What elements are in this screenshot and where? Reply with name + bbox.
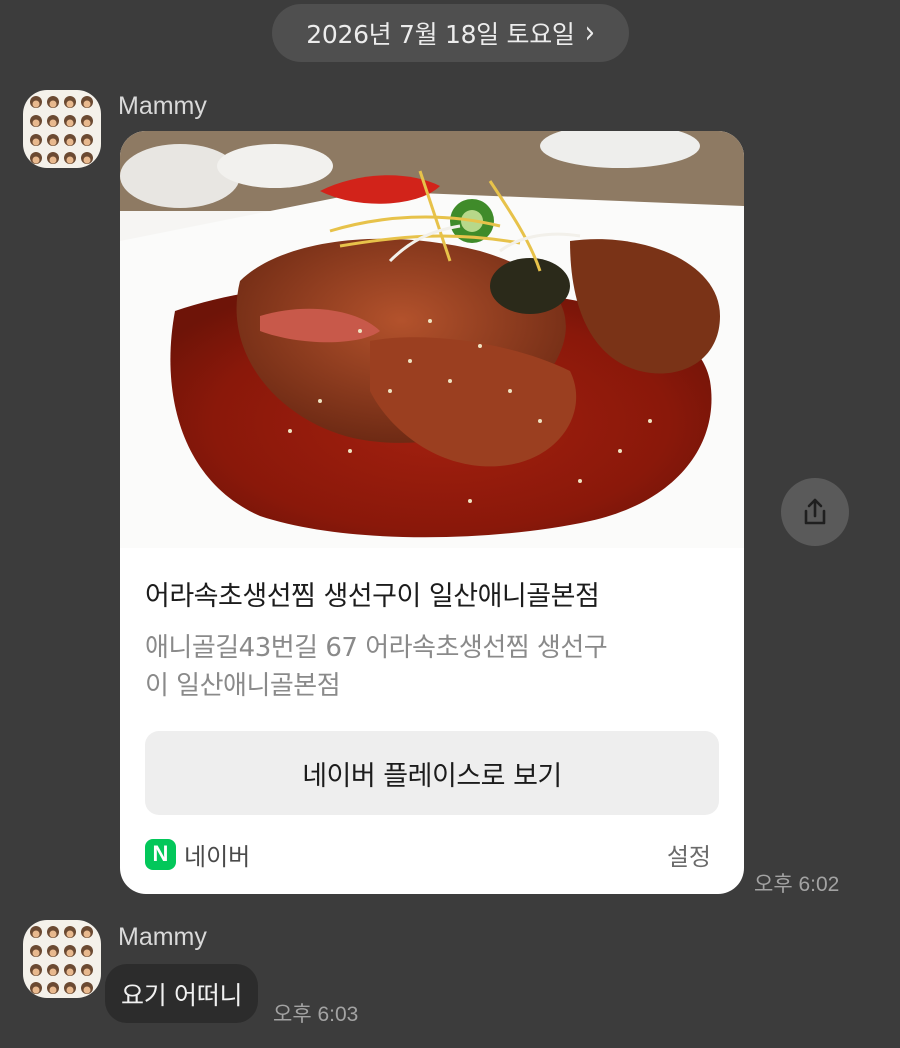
view-naver-place-button[interactable]: 네이버 플레이스로 보기 xyxy=(145,731,719,815)
date-label: 2026년 7월 18일 토요일 xyxy=(306,20,575,49)
sender-name: Mammy xyxy=(118,923,207,951)
naver-logo-icon: N xyxy=(145,838,176,870)
naver-brand[interactable]: N 네이버 xyxy=(145,837,250,872)
sender-name: Mammy xyxy=(118,92,207,120)
naver-brand-label: 네이버 xyxy=(184,842,251,871)
chat-screen: 2026년 7월 18일 토요일 › Mammy 어라속초생선찜 생선구이 일산… xyxy=(0,0,900,1048)
message-bubble[interactable]: 요기 어떠니 xyxy=(105,964,259,1023)
share-upload-icon xyxy=(804,498,826,525)
chevron-right-icon: › xyxy=(584,15,595,51)
date-divider[interactable]: 2026년 7월 18일 토요일 › xyxy=(272,4,629,62)
place-address-line-1: 애니골길43번길 67 어라속초생선찜 생선구 xyxy=(145,633,608,663)
place-address: 애니골길43번길 67 어라속초생선찜 생선구 이 일산애니골본점 xyxy=(145,629,715,705)
avatar[interactable] xyxy=(23,920,101,998)
avatar[interactable] xyxy=(23,90,101,168)
settings-link[interactable]: 설정 xyxy=(667,837,711,872)
card-footer: N 네이버 설정 xyxy=(145,837,711,871)
message-time: 오후 6:03 xyxy=(273,1003,359,1026)
place-title[interactable]: 어라속초생선찜 생선구이 일산애니골본점 xyxy=(145,574,725,613)
place-address-line-2: 이 일산애니골본점 xyxy=(145,671,341,701)
share-button[interactable] xyxy=(781,478,849,546)
message-time: 오후 6:02 xyxy=(754,873,840,896)
place-share-card[interactable]: 어라속초생선찜 생선구이 일산애니골본점 애니골길43번길 67 어라속초생선찜… xyxy=(120,131,744,894)
place-photo[interactable] xyxy=(120,131,744,548)
